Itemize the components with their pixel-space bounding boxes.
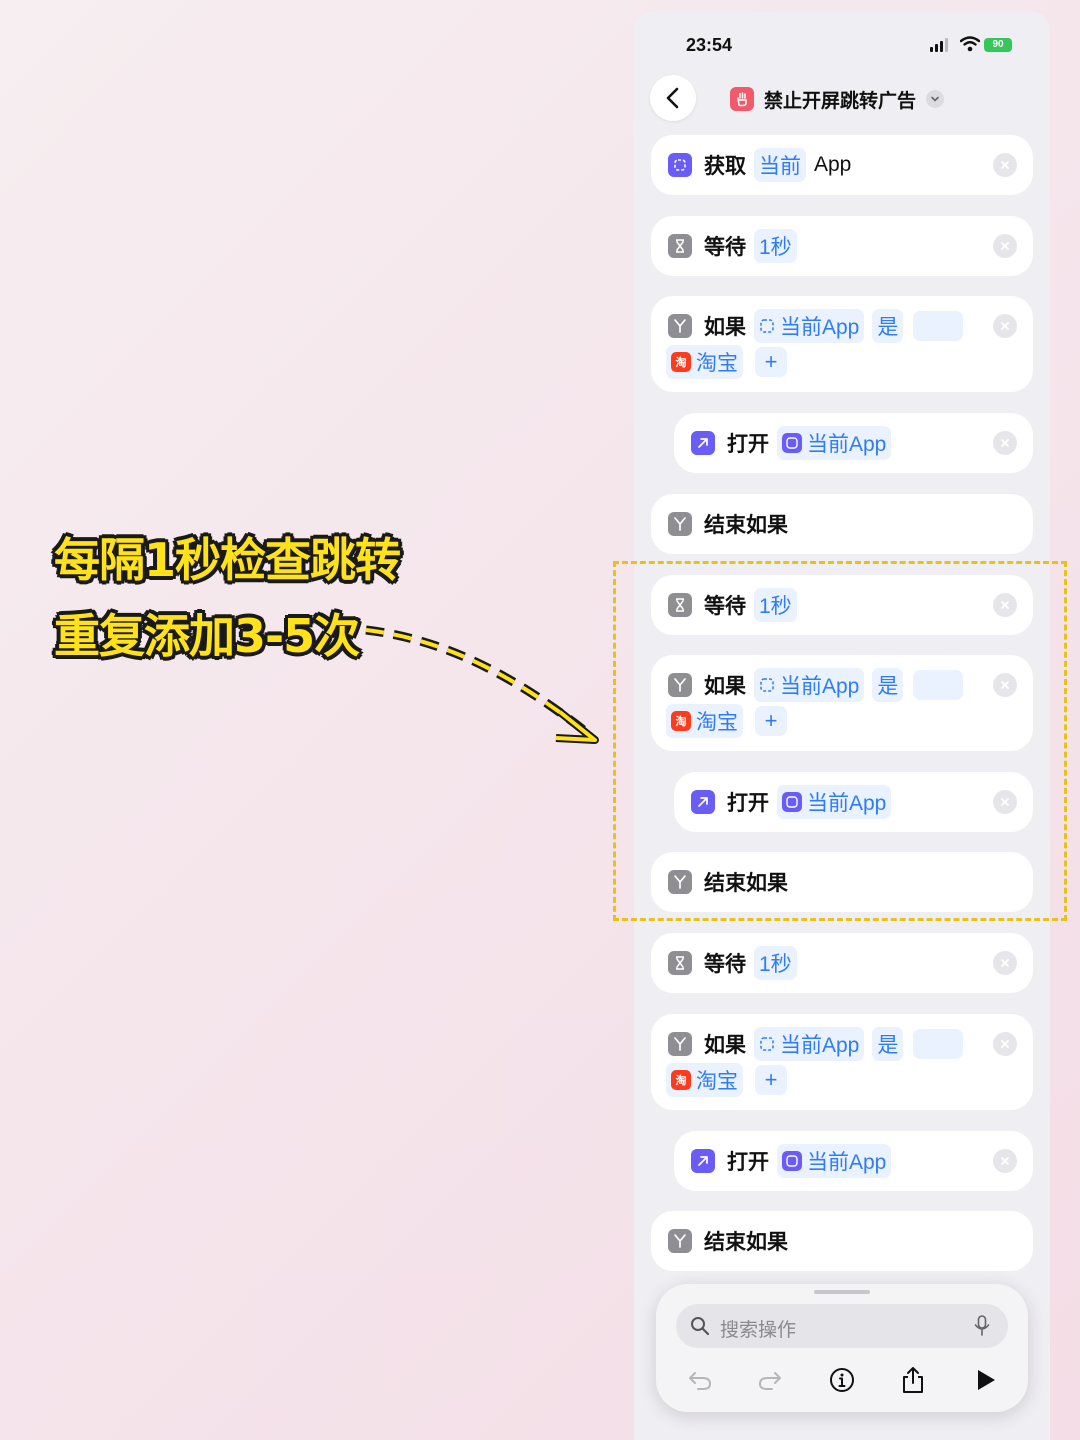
delete-icon[interactable]: [993, 951, 1017, 975]
status-time: 23:54: [686, 35, 733, 55]
delete-icon[interactable]: [993, 431, 1017, 455]
app-scope-icon: [668, 153, 692, 177]
token-label: 淘宝: [696, 352, 738, 375]
add-value-button[interactable]: +: [755, 1065, 787, 1095]
action-verb: 如果: [704, 316, 746, 339]
status-bar: 23:54 90: [634, 12, 1050, 82]
cellular-signal-icon: [930, 38, 948, 52]
hourglass-icon: [668, 234, 692, 258]
branch-icon: [668, 1032, 692, 1056]
hourglass-icon: [668, 951, 692, 975]
taobao-app-icon: 淘: [671, 1070, 691, 1090]
token-label: 当前App: [780, 316, 860, 339]
add-value-button[interactable]: +: [755, 347, 787, 377]
app-scope-icon: [760, 319, 774, 333]
condition-operator[interactable]: 是: [872, 309, 904, 343]
action-end-if-3[interactable]: 结束如果: [651, 1211, 1033, 1271]
current-token[interactable]: 当前: [754, 148, 806, 182]
condition-value-empty[interactable]: [913, 311, 964, 341]
action-verb: 等待: [704, 236, 746, 259]
action-verb: 结束如果: [704, 514, 788, 537]
action-verb: 结束如果: [704, 1231, 788, 1254]
chevron-left-icon: [666, 87, 679, 109]
action-open-1[interactable]: 打开 当前App: [674, 413, 1033, 473]
undo-button[interactable]: [684, 1364, 716, 1396]
app-token[interactable]: 当前App: [777, 1144, 892, 1178]
action-verb: 如果: [704, 1034, 746, 1057]
action-verb: 打开: [727, 433, 769, 456]
info-icon: [830, 1368, 854, 1392]
delete-icon[interactable]: [993, 234, 1017, 258]
duration-token[interactable]: 1秒: [754, 229, 797, 263]
delete-icon[interactable]: [993, 1032, 1017, 1056]
action-if-3[interactable]: 如果 当前App 是 淘 淘宝 +: [651, 1014, 1033, 1110]
action-wait-1[interactable]: 等待 1秒: [651, 216, 1033, 276]
branch-icon: [668, 314, 692, 338]
play-icon: [978, 1370, 995, 1390]
action-verb: 获取: [704, 155, 746, 178]
undo-icon: [689, 1372, 711, 1390]
chevron-down-icon: [926, 90, 945, 108]
microphone-icon[interactable]: [974, 1315, 990, 1337]
condition-input-token[interactable]: 当前App: [754, 309, 865, 343]
action-tail: App: [814, 153, 852, 176]
duration-token[interactable]: 1秒: [754, 946, 797, 980]
search-input[interactable]: 搜索操作: [676, 1304, 1008, 1348]
branch-icon: [668, 512, 692, 536]
wifi-icon: [960, 36, 980, 52]
taobao-app-icon: 淘: [671, 352, 691, 372]
annotation-highlight-box: [613, 561, 1067, 921]
page-title: 禁止开屏跳转广告: [764, 90, 917, 112]
condition-value-empty[interactable]: [913, 1029, 964, 1059]
shortcut-title-button[interactable]: 禁止开屏跳转广告: [730, 86, 945, 112]
action-get-current-app[interactable]: 获取 当前 App: [651, 135, 1033, 195]
info-button[interactable]: [826, 1364, 858, 1396]
condition-input-token[interactable]: 当前App: [754, 1027, 865, 1061]
token-label: 淘宝: [696, 1070, 738, 1093]
delete-icon[interactable]: [993, 153, 1017, 177]
action-verb: 等待: [704, 953, 746, 976]
condition-operator[interactable]: 是: [872, 1027, 904, 1061]
back-button[interactable]: [650, 75, 696, 121]
delete-icon[interactable]: [993, 1149, 1017, 1173]
action-open-3[interactable]: 打开 当前App: [674, 1131, 1033, 1191]
delete-icon[interactable]: [993, 314, 1017, 338]
condition-app-token[interactable]: 淘 淘宝: [666, 345, 743, 379]
annotation-arrow: [365, 625, 599, 744]
share-button[interactable]: [897, 1364, 929, 1396]
token-label: 当前App: [780, 1034, 860, 1057]
app-scope-icon: [782, 433, 802, 453]
open-arrow-icon: [691, 431, 715, 455]
hand-stop-icon: [730, 87, 754, 111]
app-scope-icon: [760, 1037, 774, 1051]
action-if-1[interactable]: 如果 当前App 是 淘 淘宝 +: [651, 296, 1033, 392]
action-search-panel: 搜索操作: [656, 1284, 1028, 1412]
open-arrow-icon: [691, 1149, 715, 1173]
battery-indicator: 90: [984, 38, 1012, 52]
branch-icon: [668, 1229, 692, 1253]
token-label: 当前App: [807, 1151, 887, 1174]
share-icon: [903, 1367, 923, 1393]
app-token[interactable]: 当前App: [777, 426, 892, 460]
sheet-grabber[interactable]: [814, 1290, 870, 1294]
action-verb: 打开: [727, 1151, 769, 1174]
search-placeholder: 搜索操作: [720, 1320, 797, 1341]
app-scope-icon: [782, 1151, 802, 1171]
run-button[interactable]: [970, 1364, 1002, 1396]
search-icon: [691, 1317, 710, 1336]
token-label: 当前App: [807, 433, 887, 456]
action-end-if-1[interactable]: 结束如果: [651, 494, 1033, 554]
condition-app-token[interactable]: 淘 淘宝: [666, 1063, 743, 1097]
redo-icon: [759, 1372, 781, 1390]
action-wait-3[interactable]: 等待 1秒: [651, 933, 1033, 993]
redo-button[interactable]: [754, 1364, 786, 1396]
